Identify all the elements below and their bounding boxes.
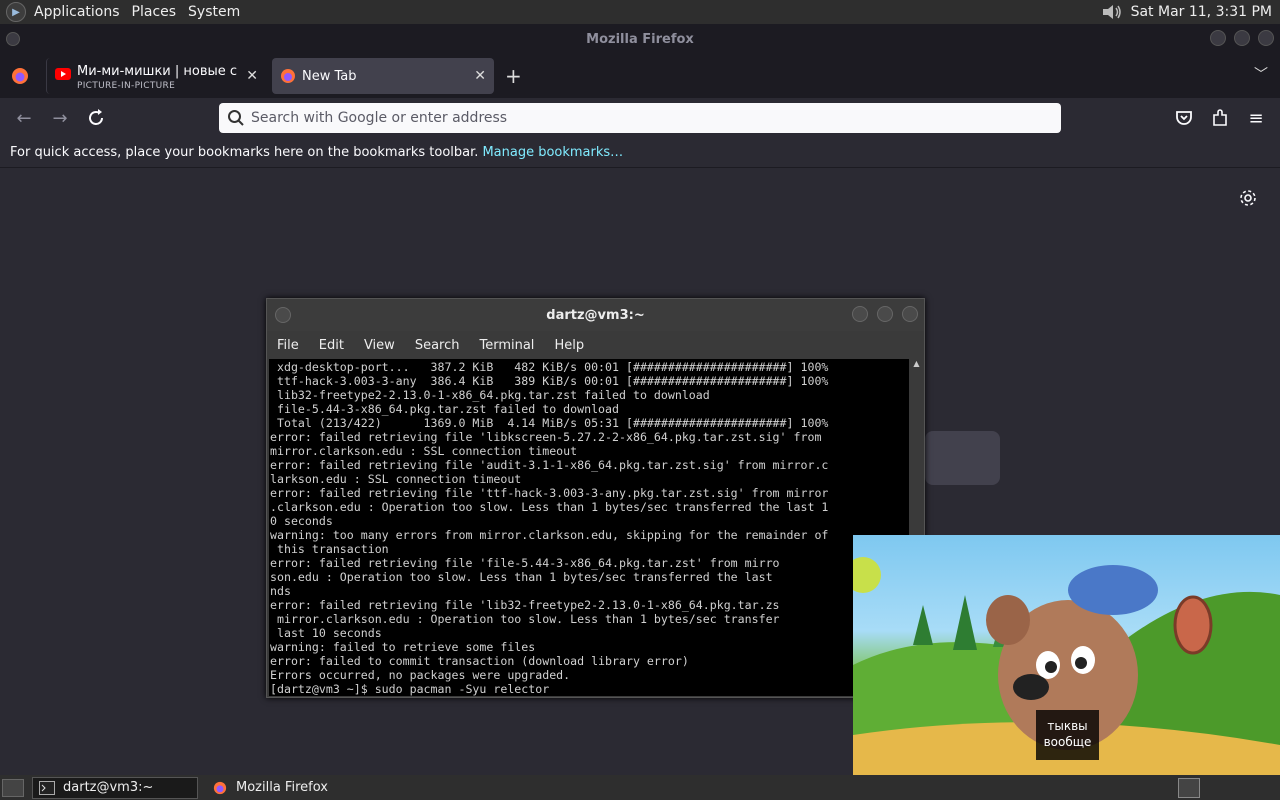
menu-search[interactable]: Search (405, 338, 470, 353)
show-desktop-button[interactable] (2, 778, 24, 797)
window-menu-button[interactable] (275, 307, 291, 323)
menu-terminal[interactable]: Terminal (469, 338, 544, 353)
reload-icon[interactable] (84, 106, 108, 130)
menu-view[interactable]: View (354, 338, 405, 353)
firefox-title-bar: Mozilla Firefox (0, 24, 1280, 54)
url-bar[interactable] (219, 103, 1061, 133)
places-menu[interactable]: Places (126, 4, 183, 20)
bookmarks-toolbar: For quick access, place your bookmarks h… (0, 138, 1280, 168)
firefox-icon (213, 781, 227, 794)
scroll-up-icon[interactable]: ▲ (910, 359, 923, 368)
search-icon (228, 110, 244, 126)
minimize-button[interactable] (852, 306, 868, 322)
firefox-icon (281, 69, 295, 83)
firefox-view-icon[interactable] (10, 66, 30, 86)
menu-help[interactable]: Help (544, 338, 594, 353)
url-input[interactable] (251, 110, 1031, 126)
back-button[interactable]: ← (12, 106, 36, 130)
tab-label: New Tab (302, 68, 357, 84)
youtube-icon (55, 68, 71, 80)
terminal-menu-bar: File Edit View Search Terminal Help (267, 331, 924, 359)
window-title: Mozilla Firefox (586, 31, 694, 47)
tab-new-tab[interactable]: New Tab ✕ (272, 58, 494, 94)
extensions-icon[interactable] (1208, 106, 1232, 130)
workspace-switcher[interactable] (1178, 778, 1200, 798)
applications-menu[interactable]: Applications (28, 4, 126, 20)
gnome-foot-icon[interactable]: ▶ (6, 2, 26, 22)
picture-in-picture-video[interactable]: тыквы вообще (853, 535, 1280, 775)
taskbar-item-terminal[interactable]: dartz@vm3:~ (32, 776, 198, 799)
window-menu-button[interactable] (6, 32, 20, 46)
navigation-toolbar: ← → ≡ (0, 98, 1280, 138)
new-tab-button[interactable]: + (505, 64, 522, 88)
menu-file[interactable]: File (267, 338, 309, 353)
chevron-down-icon[interactable]: ﹀ (1254, 64, 1268, 84)
tab-strip: Ми-ми-мишки | новые серии PICTURE-IN-PIC… (0, 54, 1280, 98)
close-tab-icon[interactable]: ✕ (246, 68, 258, 84)
bottom-taskbar: dartz@vm3:~ Mozilla Firefox (0, 775, 1280, 800)
taskbar-label: dartz@vm3:~ (63, 780, 154, 795)
close-window-button[interactable] (902, 306, 918, 322)
subtitle-line: тыквы (1047, 719, 1088, 733)
clock[interactable]: Sat Mar 11, 3:31 PM (1131, 4, 1272, 20)
minimize-button[interactable] (1210, 30, 1226, 46)
gear-icon[interactable] (1238, 188, 1258, 208)
maximize-button[interactable] (877, 306, 893, 322)
taskbar-item-firefox[interactable]: Mozilla Firefox (206, 777, 334, 799)
top-panel: ▶ Applications Places System Sat Mar 11,… (0, 0, 1280, 24)
terminal-title-bar[interactable]: dartz@vm3:~ (267, 299, 924, 331)
tab-sublabel: PICTURE-IN-PICTURE (77, 81, 176, 91)
forward-button[interactable]: → (48, 106, 72, 130)
tab-youtube[interactable]: Ми-ми-мишки | новые серии PICTURE-IN-PIC… (46, 58, 266, 94)
terminal-title: dartz@vm3:~ (546, 307, 645, 323)
system-menu[interactable]: System (182, 4, 246, 20)
hamburger-menu-icon[interactable]: ≡ (1244, 106, 1268, 130)
terminal-output[interactable]: xdg-desktop-port... 387.2 KiB 482 KiB/s … (269, 359, 909, 696)
terminal-window[interactable]: dartz@vm3:~ File Edit View Search Termin… (266, 298, 925, 698)
volume-icon[interactable] (1101, 3, 1123, 21)
terminal-text: xdg-desktop-port... 387.2 KiB 482 KiB/s … (270, 360, 829, 696)
maximize-button[interactable] (1234, 30, 1250, 46)
video-subtitle: тыквы вообще (1036, 710, 1099, 760)
taskbar-label: Mozilla Firefox (236, 780, 328, 795)
terminal-icon (39, 780, 55, 795)
menu-edit[interactable]: Edit (309, 338, 354, 353)
subtitle-line: вообще (1043, 735, 1092, 749)
pocket-icon[interactable] (1172, 106, 1196, 130)
close-window-button[interactable] (1258, 30, 1274, 46)
search-box-background (925, 431, 1000, 485)
bookmarks-hint: For quick access, place your bookmarks h… (10, 145, 479, 160)
manage-bookmarks-link[interactable]: Manage bookmarks… (482, 145, 623, 160)
close-tab-icon[interactable]: ✕ (474, 68, 486, 84)
tab-label: Ми-ми-мишки | новые серии (77, 64, 237, 79)
